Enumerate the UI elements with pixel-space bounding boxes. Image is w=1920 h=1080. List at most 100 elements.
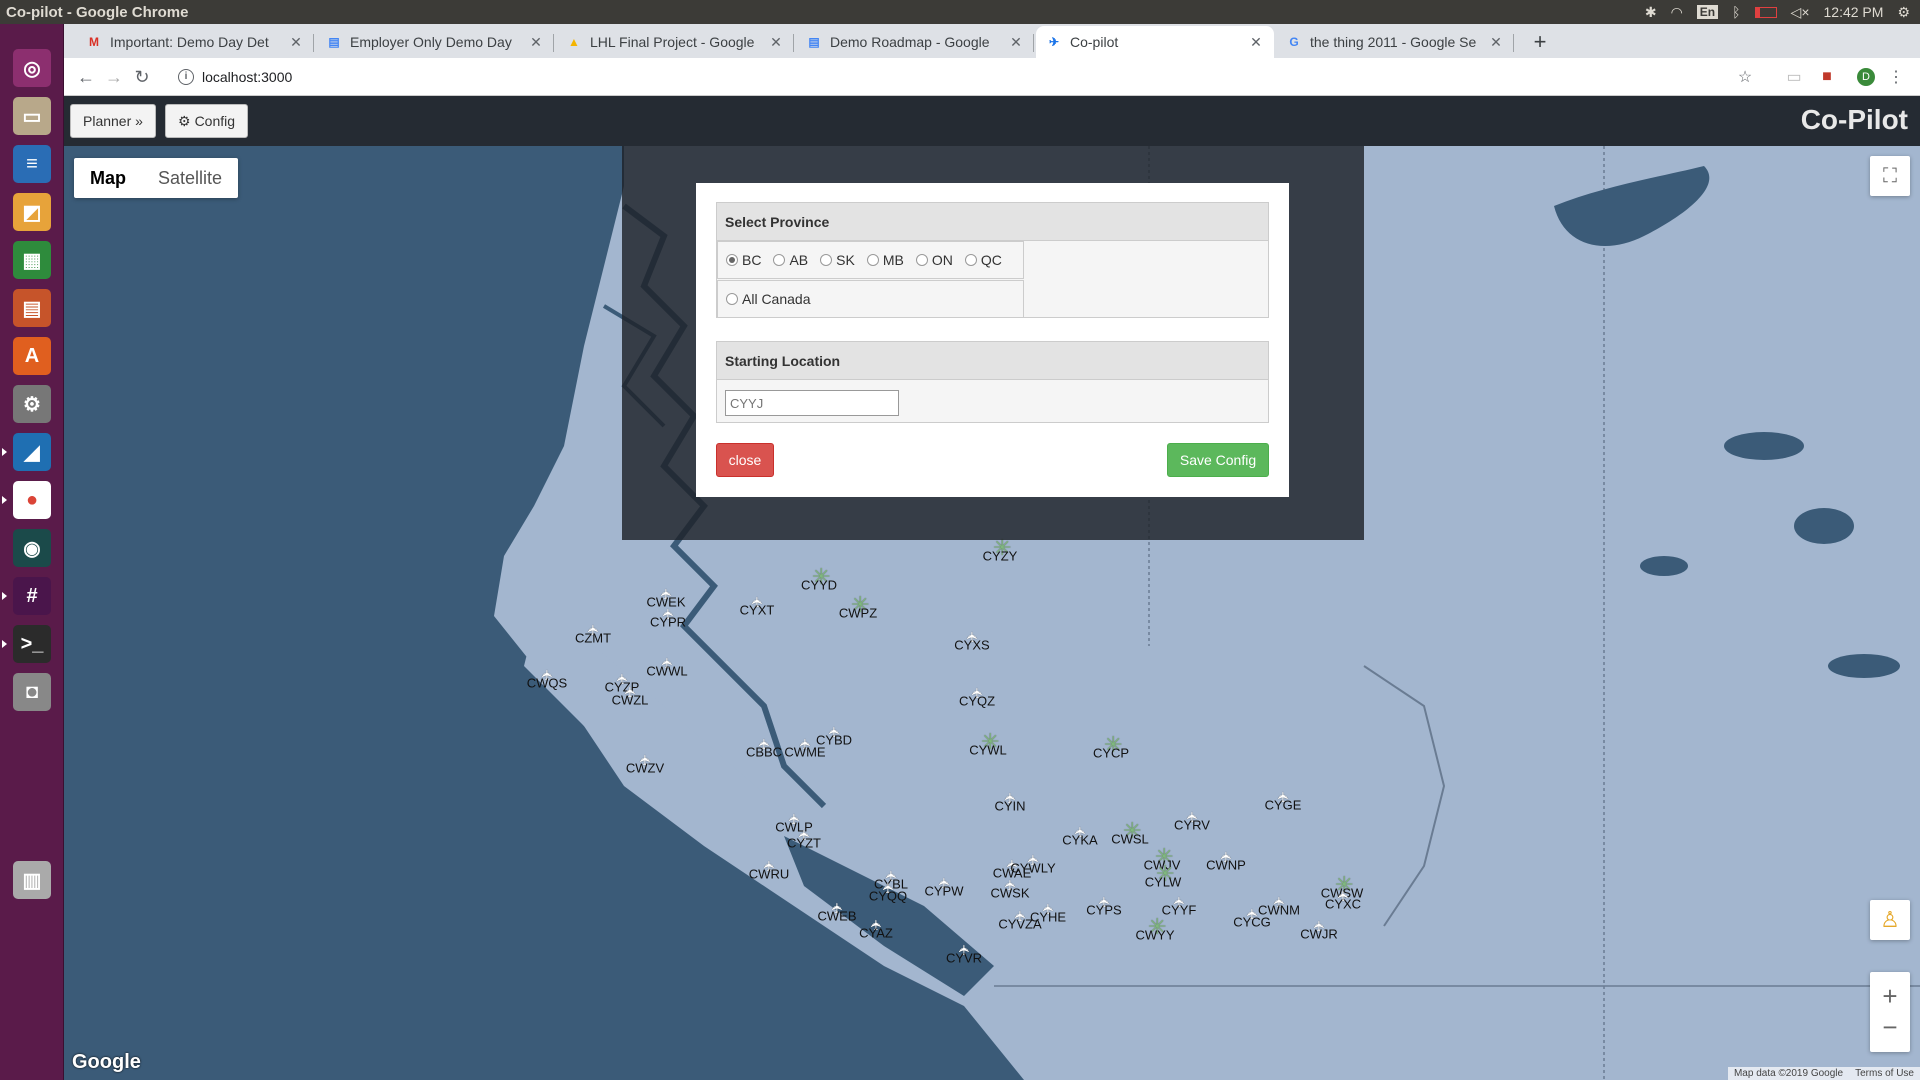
launcher-calc[interactable]: ▦ — [8, 236, 56, 284]
airport-label[interactable]: CWSK — [991, 886, 1030, 901]
forward-button[interactable]: → — [102, 65, 126, 89]
launcher-files[interactable]: ▭ — [8, 92, 56, 140]
pegman-icon[interactable]: ♙ — [1870, 900, 1910, 940]
launcher-screenshot[interactable]: ◘ — [8, 668, 56, 716]
airport-label[interactable]: CWRU — [749, 867, 789, 882]
config-button[interactable]: ⚙ Config — [165, 104, 249, 138]
chrome-menu-icon[interactable]: ⋮ — [1886, 67, 1906, 87]
bookmark-star-icon[interactable]: ☆ — [1735, 67, 1755, 87]
map-type-map[interactable]: Map — [74, 158, 142, 198]
radio-ab[interactable] — [773, 254, 786, 266]
airport-label[interactable]: CYCP — [1093, 746, 1129, 761]
province-option-mb[interactable]: MB — [866, 252, 904, 268]
address-bar[interactable]: i localhost:3000 — [172, 62, 1792, 92]
airport-label[interactable]: CYXC — [1325, 897, 1361, 912]
tab-1[interactable]: ▤ Employer Only Demo Day ✕ — [316, 26, 554, 58]
airport-label[interactable]: CYPW — [925, 884, 964, 899]
province-option-sk[interactable]: SK — [820, 252, 855, 268]
launcher-impress[interactable]: ▤ — [8, 284, 56, 332]
airport-label[interactable]: CYVR — [946, 951, 982, 966]
radio-qc[interactable] — [964, 254, 977, 266]
bluetooth-icon[interactable]: ᛒ — [1732, 4, 1740, 20]
airport-label[interactable]: CYWL — [969, 743, 1007, 758]
airport-label[interactable]: CWZV — [626, 761, 664, 776]
tab-3[interactable]: ▤ Demo Roadmap - Google ✕ — [796, 26, 1034, 58]
airport-label[interactable]: CYLW — [1145, 875, 1182, 890]
url-text[interactable]: localhost:3000 — [202, 69, 292, 85]
zoom-out-button[interactable]: − — [1882, 1012, 1897, 1043]
airport-label[interactable]: CWNP — [1206, 858, 1246, 873]
airport-label[interactable]: CYYF — [1162, 903, 1197, 918]
airport-label[interactable]: CYRV — [1174, 818, 1210, 833]
launcher-software-center[interactable]: A — [8, 332, 56, 380]
profile-avatar[interactable]: D — [1856, 67, 1876, 87]
airport-label[interactable]: CYCG — [1233, 915, 1271, 930]
airport-label[interactable]: CYGE — [1265, 798, 1302, 813]
airport-label[interactable]: CWEB — [818, 909, 857, 924]
airport-label[interactable]: CWSL — [1111, 832, 1149, 847]
airport-label[interactable]: CYQQ — [869, 889, 907, 904]
province-option-ab[interactable]: AB — [773, 252, 808, 268]
gear-icon[interactable]: ⚙ — [1897, 4, 1910, 21]
airport-label[interactable]: CYXS — [954, 638, 989, 653]
fullscreen-icon[interactable]: ⛶ — [1870, 156, 1910, 196]
zoom-in-button[interactable]: + — [1882, 981, 1897, 1012]
airport-label[interactable]: CYVZA — [998, 917, 1041, 932]
close-icon[interactable]: ✕ — [528, 34, 544, 51]
airport-label[interactable]: CYYD — [801, 578, 837, 593]
airport-label[interactable]: CBBC — [746, 745, 782, 760]
close-icon[interactable]: ✕ — [1008, 34, 1024, 51]
airport-label[interactable]: CYKA — [1062, 833, 1097, 848]
launcher-vscode[interactable]: ◢ — [2, 428, 56, 476]
close-icon[interactable]: ✕ — [768, 34, 784, 51]
clock[interactable]: 12:42 PM — [1824, 4, 1884, 20]
launcher-impress-draw[interactable]: ◩ — [8, 188, 56, 236]
province-option-on[interactable]: ON — [915, 252, 953, 268]
launcher-terminal[interactable]: >_ — [2, 620, 56, 668]
new-tab-button[interactable]: + — [1526, 28, 1554, 56]
slack-tray-icon[interactable]: ✱ — [1645, 4, 1657, 21]
airport-label[interactable]: CYZT — [787, 836, 821, 851]
planner-button[interactable]: Planner » — [70, 104, 156, 138]
site-info-icon[interactable]: i — [178, 69, 194, 85]
launcher-writer[interactable]: ≡ — [8, 140, 56, 188]
wifi-icon[interactable]: ◠ — [1671, 4, 1683, 21]
close-icon[interactable]: ✕ — [1248, 34, 1264, 51]
airport-label[interactable]: CWPZ — [839, 606, 877, 621]
province-option-qc[interactable]: QC — [964, 252, 1002, 268]
extension-icon[interactable]: ■ — [1817, 67, 1837, 87]
airport-label[interactable]: CWQS — [527, 676, 567, 691]
map-type-satellite[interactable]: Satellite — [142, 158, 238, 198]
close-button[interactable]: close — [716, 443, 774, 477]
launcher-trash[interactable]: ▥ — [8, 856, 56, 904]
back-button[interactable]: ← — [74, 65, 98, 89]
battery-icon[interactable] — [1754, 6, 1777, 18]
launcher-chrome[interactable]: ● — [2, 476, 56, 524]
airport-label[interactable]: CYPR — [650, 615, 686, 630]
cast-icon[interactable]: ▭ — [1784, 67, 1804, 87]
close-icon[interactable]: ✕ — [1488, 34, 1504, 51]
radio-bc[interactable] — [726, 254, 738, 266]
province-option-bc[interactable]: BC — [726, 252, 761, 268]
airport-label[interactable]: CWWL — [646, 664, 687, 679]
airport-label[interactable]: CYPS — [1086, 903, 1121, 918]
airport-label[interactable]: CZMT — [575, 631, 611, 646]
airport-label[interactable]: CWME — [784, 745, 825, 760]
airport-label[interactable]: CWYY — [1136, 928, 1175, 943]
tab-2[interactable]: ▲ LHL Final Project - Google ✕ — [556, 26, 794, 58]
airport-label[interactable]: CYAZ — [859, 926, 893, 941]
starting-location-input[interactable] — [725, 390, 899, 416]
all-canada-radio[interactable] — [726, 293, 738, 305]
radio-on[interactable] — [915, 254, 928, 266]
airport-label[interactable]: CYZY — [983, 549, 1018, 564]
save-config-button[interactable]: Save Config — [1167, 443, 1269, 477]
tab-4[interactable]: ✈ Co-pilot ✕ — [1036, 26, 1274, 58]
launcher-slack[interactable]: # — [2, 572, 56, 620]
airport-label[interactable]: CYIN — [994, 799, 1025, 814]
launcher-ubuntu-dash[interactable]: ◎ — [8, 44, 56, 92]
keyboard-layout-indicator[interactable]: En — [1696, 5, 1719, 19]
tab-0[interactable]: M Important: Demo Day Det ✕ — [76, 26, 314, 58]
launcher-gitkraken[interactable]: ◉ — [8, 524, 56, 572]
close-icon[interactable]: ✕ — [288, 34, 304, 51]
radio-mb[interactable] — [866, 254, 879, 266]
